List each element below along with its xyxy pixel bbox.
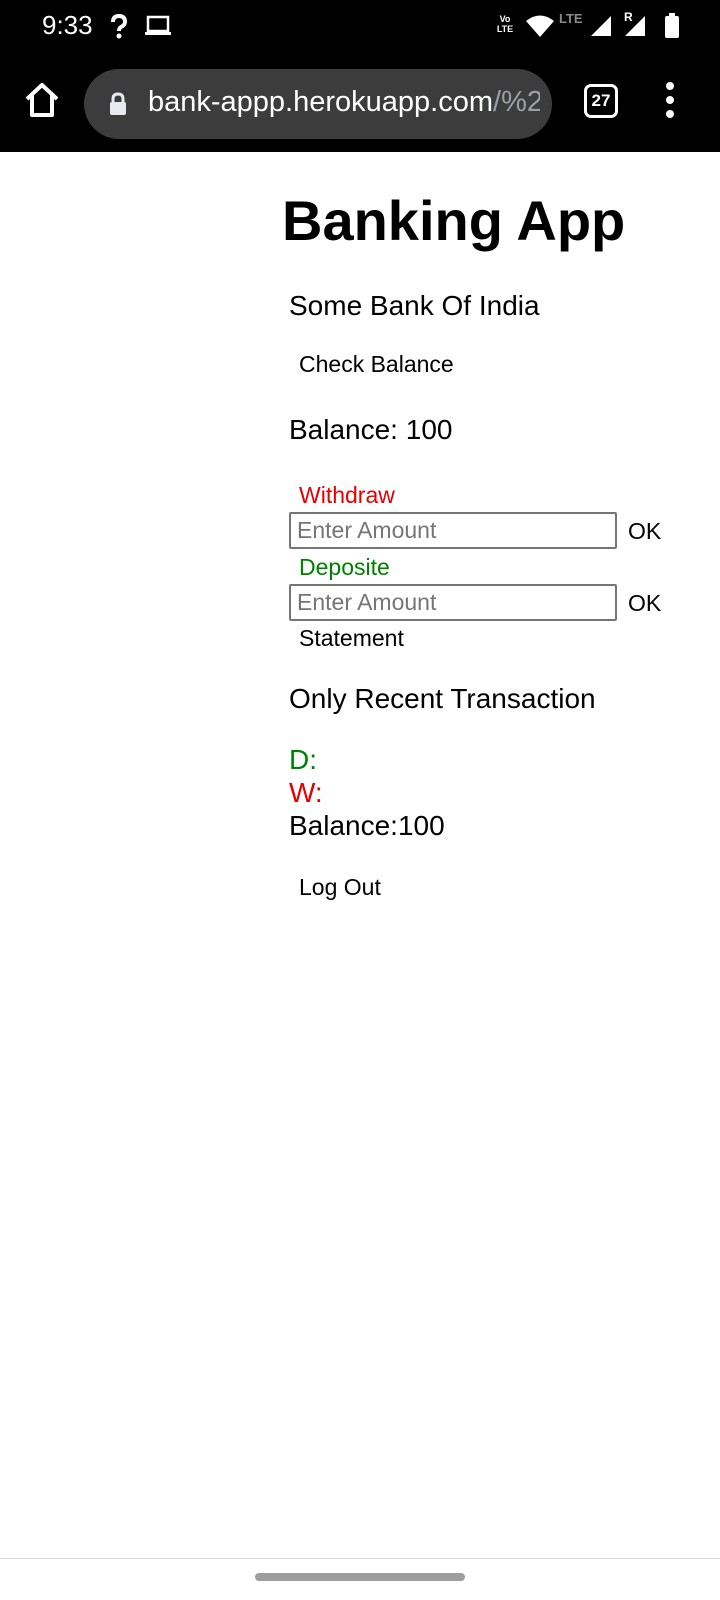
url-text: bank-appp.herokuapp.com/%20 (148, 86, 540, 119)
deposit-ok-button[interactable]: OK (628, 590, 661, 617)
logout-button[interactable]: Log Out (299, 874, 381, 901)
page-title: Banking App (282, 189, 626, 252)
lte-icon: LTE (559, 11, 583, 26)
navigation-divider (0, 1558, 720, 1559)
volte-icon: Vo LTE (496, 14, 514, 34)
tab-count: 27 (591, 91, 611, 110)
recent-balance-line: Balance:100 (289, 810, 445, 841)
withdraw-button[interactable]: Withdraw (299, 482, 395, 509)
browser-toolbar: bank-appp.herokuapp.com/%20 27 (0, 54, 720, 152)
wifi-icon (526, 15, 554, 37)
tab-switcher-icon[interactable]: 27 (584, 84, 618, 118)
recent-transaction-title: Only Recent Transaction (289, 683, 596, 714)
laptop-icon (145, 15, 171, 35)
more-vertical-icon[interactable] (662, 82, 678, 122)
status-time: 9:33 (42, 10, 93, 40)
address-bar[interactable]: bank-appp.herokuapp.com/%20 (84, 69, 552, 139)
url-host: bank-appp.herokuapp.com (148, 86, 494, 118)
withdraw-ok-button[interactable]: OK (628, 518, 661, 545)
help-icon (111, 14, 128, 39)
battery-icon (665, 13, 679, 38)
withdraw-amount-input[interactable] (289, 512, 617, 549)
recent-deposit-line: D: (289, 744, 317, 775)
roaming-signal-icon (625, 16, 645, 36)
signal-icon (591, 16, 611, 36)
deposit-amount-input[interactable] (289, 584, 617, 621)
check-balance-button[interactable]: Check Balance (299, 351, 454, 378)
bank-name: Some Bank Of India (289, 290, 540, 321)
recent-withdraw-line: W: (289, 777, 323, 808)
lock-icon (110, 92, 126, 115)
statement-button[interactable]: Statement (299, 625, 404, 652)
url-path: /%20 (493, 86, 540, 118)
home-gesture-bar[interactable] (255, 1573, 465, 1581)
balance-text: Balance: 100 (289, 414, 453, 445)
deposit-button[interactable]: Deposite (299, 554, 390, 581)
home-icon[interactable] (22, 80, 62, 120)
status-bar: 9:33 Vo LTE LTE R (0, 0, 720, 54)
